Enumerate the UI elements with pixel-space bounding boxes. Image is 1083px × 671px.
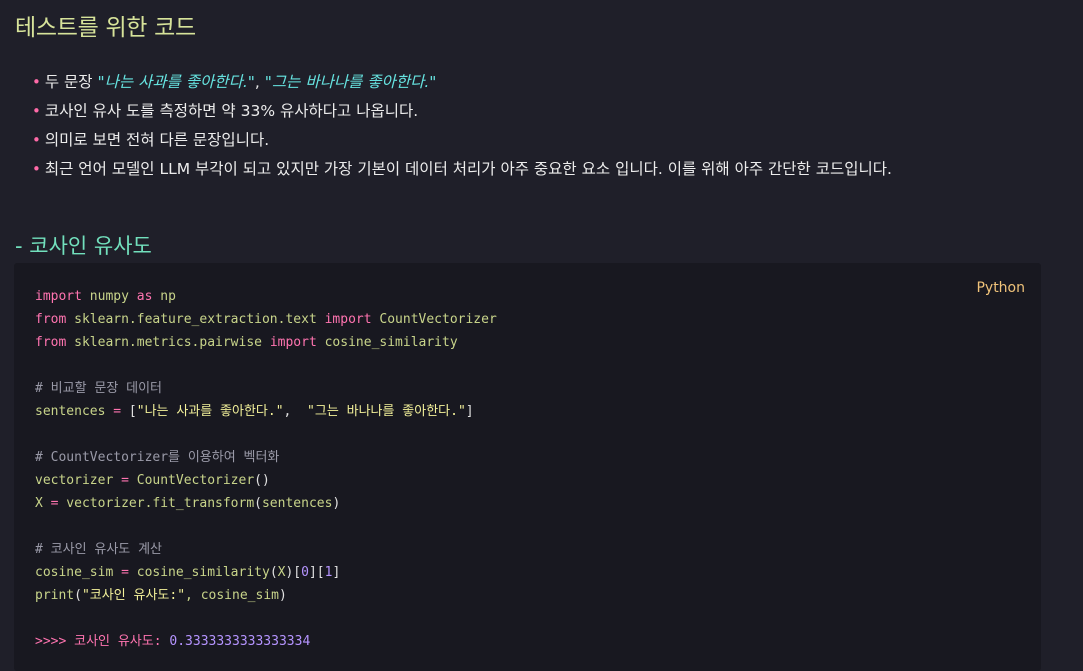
section-heading: - 코사인 유사도 <box>15 234 152 258</box>
variable-name: vectorizer <box>35 473 122 488</box>
quoted-sentence-1: "나는 사과를 좋아한다." <box>97 73 255 91</box>
operator: = <box>113 404 122 419</box>
bullet-icon: • <box>32 102 41 120</box>
keyword: import <box>269 335 317 350</box>
code-line: vectorizer = CountVectorizer() <box>35 469 497 492</box>
string-literal: "코사인 유사도:" <box>81 588 186 603</box>
code-line: # CountVectorizer를 이용하여 벡터화 <box>35 446 497 469</box>
output-line: >>>> 코사인 유사도: 0.3333333333333334 <box>35 630 497 653</box>
bracket: [ <box>293 565 302 580</box>
keyword: import <box>324 312 372 327</box>
comma: , <box>283 404 308 419</box>
number-literal: 0 <box>301 565 309 580</box>
bracket: ] <box>332 565 341 580</box>
language-label: Python <box>976 280 1025 296</box>
bullet-icon: • <box>32 73 41 91</box>
string-literal: "나는 사과를 좋아한다." <box>136 404 284 419</box>
keyword: from <box>35 335 67 350</box>
argument: , cosine_sim <box>185 588 279 603</box>
paren: ( <box>254 496 262 511</box>
bullet-text: 의미로 보면 전혀 다른 문장입니다. <box>44 131 270 149</box>
bullet-text: 두 문장 <box>44 73 98 91</box>
code-line: cosine_sim = cosine_similarity(X)[0][1] <box>35 561 497 584</box>
module-name: sklearn.metrics.pairwise <box>66 335 270 350</box>
list-item: • 코사인 유사 도를 측정하면 약 33% 유사하다고 나옵니다. <box>32 97 892 126</box>
code-line: from sklearn.metrics.pairwise import cos… <box>35 331 497 354</box>
bullet-icon: • <box>32 160 41 178</box>
module-name: numpy <box>81 289 137 304</box>
code-line: print("코사인 유사도:", cosine_sim) <box>35 584 497 607</box>
import-name: cosine_similarity <box>316 335 458 350</box>
paren: () <box>254 473 270 488</box>
code-content[interactable]: import numpy as np from sklearn.feature_e… <box>35 285 497 653</box>
variable-name: X <box>35 496 51 511</box>
paren: ( <box>74 588 82 603</box>
output-label: 코사인 유사도: <box>74 634 170 649</box>
code-line: X = vectorizer.fit_transform(sentences) <box>35 492 497 515</box>
paren: ) <box>332 496 341 511</box>
keyword: as <box>136 289 153 304</box>
string-literal: "그는 바나나를 좋아한다." <box>307 404 466 419</box>
code-line: from sklearn.feature_extraction.text imp… <box>35 308 497 331</box>
function-call: CountVectorizer <box>128 473 255 488</box>
keyword: from <box>35 312 67 327</box>
code-line: # 비교할 문장 데이터 <box>35 377 497 400</box>
code-comment: # 코사인 유사도 계산 <box>35 542 162 557</box>
function-call: cosine_similarity <box>128 565 270 580</box>
bullet-text: 최근 언어 모델인 LLM 부각이 되고 있지만 가장 기본이 데이터 처리가 … <box>44 160 892 178</box>
code-line: import numpy as np <box>35 285 497 308</box>
bracket: ] <box>308 565 317 580</box>
function-call: print <box>35 588 75 603</box>
bullet-list: • 두 문장 "나는 사과를 좋아한다.", "그는 바나나를 좋아한다." • 코… <box>32 68 892 184</box>
list-item: • 최근 언어 모델인 LLM 부각이 되고 있지만 가장 기본이 데이터 처리가… <box>32 155 892 184</box>
code-comment: # 비교할 문장 데이터 <box>35 381 162 396</box>
code-comment: # CountVectorizer를 이용하여 벡터화 <box>35 450 280 465</box>
bullet-icon: • <box>32 131 41 149</box>
module-name: sklearn.feature_extraction.text <box>66 312 325 327</box>
output-value: 0.3333333333333334 <box>169 634 311 649</box>
variable-name: cosine_sim <box>35 565 122 580</box>
paren: ) <box>278 588 287 603</box>
function-call: vectorizer.fit_transform <box>58 496 255 511</box>
code-block[interactable]: Python import numpy as np from sklearn.fe… <box>14 263 1041 671</box>
bracket: [ <box>316 565 325 580</box>
operator: = <box>121 565 129 580</box>
operator: = <box>121 473 129 488</box>
code-line: # 코사인 유사도 계산 <box>35 538 497 561</box>
output-prompt: >>>> <box>35 634 75 649</box>
bullet-text: 코사인 유사 도를 측정하면 약 33% 유사하다고 나옵니다. <box>44 102 419 120</box>
list-item: • 의미로 보면 전혀 다른 문장입니다. <box>32 126 892 155</box>
keyword: import <box>35 289 82 304</box>
alias-name: np <box>152 289 176 304</box>
variable-name: sentences <box>35 404 114 419</box>
quoted-sentence-2: "그는 바나나를 좋아한다." <box>264 73 437 91</box>
argument: sentences <box>261 496 333 511</box>
bracket: [ <box>121 404 137 419</box>
code-line: sentences = ["나는 사과를 좋아한다.", "그는 바나나를 좋아… <box>35 400 497 423</box>
list-item: • 두 문장 "나는 사과를 좋아한다.", "그는 바나나를 좋아한다." <box>32 68 892 97</box>
page-title: 테스트를 위한 코드 <box>15 15 196 41</box>
paren: ( <box>269 565 278 580</box>
bracket: ] <box>465 404 474 419</box>
separator: , <box>254 73 265 91</box>
import-name: CountVectorizer <box>371 312 497 327</box>
